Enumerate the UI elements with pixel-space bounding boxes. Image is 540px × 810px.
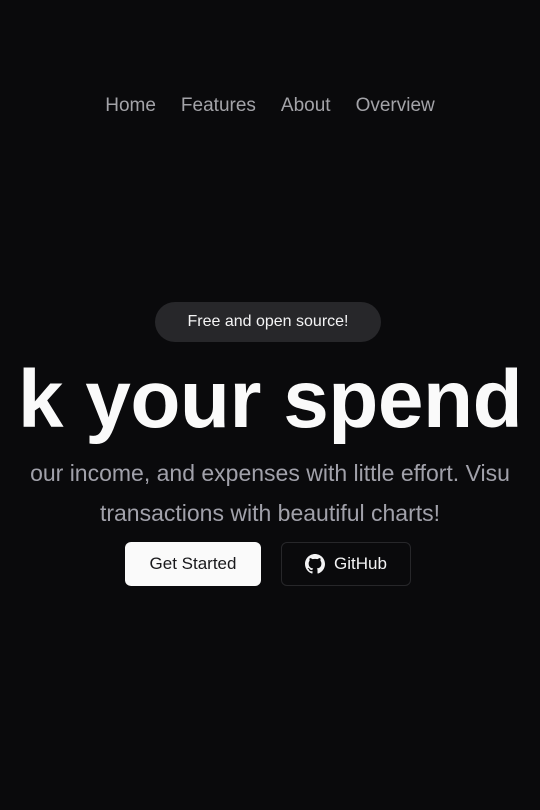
nav-link-home[interactable]: Home (105, 92, 156, 120)
github-label: GitHub (334, 554, 387, 573)
github-icon (305, 554, 326, 574)
github-button[interactable]: GitHub (281, 542, 411, 586)
top-nav: Home Features About Overview (0, 92, 540, 120)
hero-subtext: our income, and expenses with little eff… (0, 453, 540, 533)
nav-link-about[interactable]: About (281, 92, 331, 120)
hero-subtext-line-1: our income, and expenses with little eff… (30, 460, 510, 486)
open-source-badge: Free and open source! (155, 302, 381, 342)
hero-headline: k your spend (17, 354, 523, 445)
nav-link-overview[interactable]: Overview (356, 92, 435, 120)
get-started-button[interactable]: Get Started (125, 542, 261, 586)
get-started-label: Get Started (149, 554, 237, 573)
hero-subtext-line-2: transactions with beautiful charts! (99, 500, 441, 526)
nav-link-features[interactable]: Features (181, 92, 256, 120)
